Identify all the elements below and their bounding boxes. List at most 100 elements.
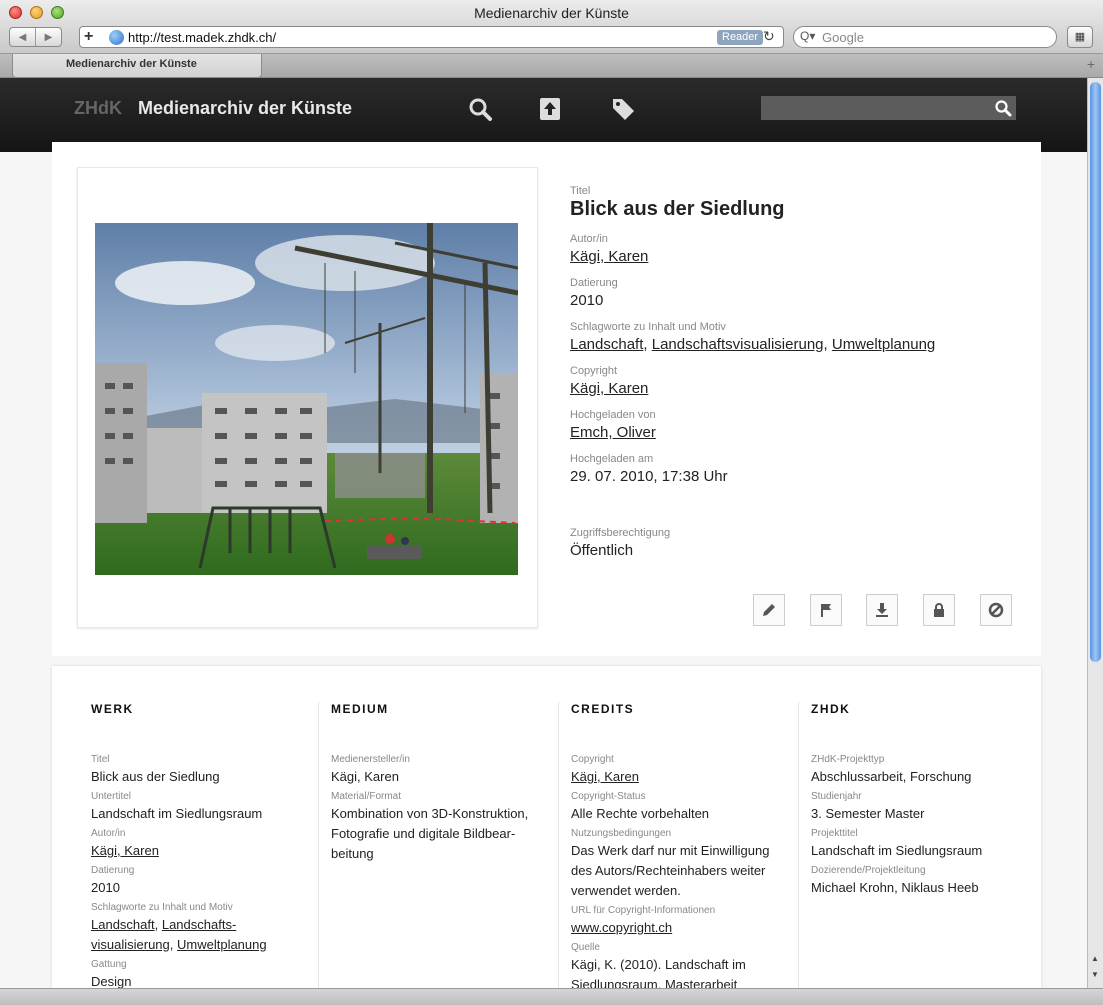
zhdk-projekt: Landschaft im Siedlungsraum [811, 843, 983, 858]
metadata-details-card: WERK Titel Blick aus der Siedlung Untert… [52, 666, 1041, 988]
credits-column: CREDITS Copyright Kägi, Karen Copyright-… [558, 702, 793, 988]
address-bar[interactable]: + http://test.madek.zhdk.ch/ Reader ↻ [79, 26, 784, 48]
keywords-label: Schlagworte zu Inhalt und Motiv [570, 321, 726, 333]
browser-search-field[interactable]: Q▾ Google [793, 26, 1057, 48]
image-frame [77, 167, 538, 628]
site-search-input[interactable] [761, 96, 1016, 120]
tab-label: Medienarchiv der Künste [66, 58, 197, 70]
credits-url-link[interactable]: www.copyright.ch [571, 920, 672, 935]
tab-medienarchiv[interactable]: Medienarchiv der Künste [12, 54, 262, 78]
zhdk-column: ZHDK ZHdK-Projekttyp Abschlussarbeit, Fo… [798, 702, 1028, 988]
status-bar [0, 988, 1103, 1005]
werk-column: WERK Titel Blick aus der Siedlung Untert… [91, 702, 331, 988]
werk-gattung: Design [91, 974, 132, 988]
zhdk-projekt-label: Projekttitel [811, 828, 858, 839]
flag-icon [821, 604, 831, 617]
vertical-scrollbar[interactable]: ▲ ▼ [1087, 78, 1103, 988]
werk-autor-label: Autor/in [91, 828, 126, 839]
credits-status: Alle Rechte vorbehalten [571, 806, 710, 821]
back-button[interactable]: ◀ [10, 28, 36, 46]
upload-icon[interactable] [537, 96, 563, 122]
reader-button[interactable]: Reader [717, 30, 764, 45]
werk-gattung-label: Gattung [91, 959, 127, 970]
keyword-link[interactable]: Landschaft [570, 336, 643, 353]
site-header: ZHdK Medienarchiv der Künste [0, 78, 1087, 152]
keyword-link[interactable]: Landschafts- [162, 917, 236, 932]
credits-nutzung: Das Werk darf nur mit Einwilligung des A… [571, 843, 770, 898]
medium-format-label: Material/Format [331, 791, 402, 802]
search-icon[interactable] [467, 96, 493, 122]
lock-icon [934, 603, 944, 617]
werk-datierung: 2010 [91, 880, 120, 895]
entry-metadata: Titel Blick aus der Siedlung Autor/in Kä… [570, 185, 1020, 571]
keyword-link[interactable]: Landschaft [91, 917, 155, 932]
entry-title: Blick aus der Siedlung [570, 198, 785, 220]
zhdk-jahr: 3. Semester Master [811, 806, 925, 821]
zhdk-jahr-label: Studienjahr [811, 791, 862, 802]
author-label: Autor/in [570, 233, 608, 245]
keyword-link[interactable]: Umweltplanung [177, 937, 267, 952]
bookmarks-grid-button[interactable]: ▦ [1067, 26, 1093, 48]
credits-quelle: Kägi, K. (2010). Landschaft im Siedlungs… [571, 957, 746, 988]
window-titlebar: Medienarchiv der Künste ◀ ▶ + http://tes… [0, 0, 1103, 54]
werk-schlagworte: Landschaft, Landschafts-visualisierung, … [91, 917, 267, 952]
werk-untertitel: Landschaft im Siedlungsraum [91, 806, 263, 821]
url-text[interactable]: http://test.madek.zhdk.ch/ [128, 30, 276, 45]
uploaded-by-link[interactable]: Emch, Oliver [570, 424, 656, 441]
medium-column: MEDIUM Medienersteller/in Kägi, Karen Ma… [318, 702, 553, 988]
site-name[interactable]: Medienarchiv der Künste [138, 98, 352, 119]
medium-format: Kombination von 3D-Konstruktion, Fotogra… [331, 806, 529, 861]
new-tab-button[interactable]: + [1087, 56, 1095, 72]
globe-icon [109, 30, 124, 45]
forward-button[interactable]: ▶ [36, 28, 61, 46]
uploaded-at-value: 29. 07. 2010, 17:38 Uhr [570, 468, 728, 485]
permissions-button[interactable] [923, 594, 955, 626]
tab-bar: Medienarchiv der Künste + [0, 54, 1103, 78]
scrollbar-thumb[interactable] [1090, 82, 1101, 662]
keyword-separator: , [823, 336, 832, 353]
zhdk-dozierende: Michael Krohn, Niklaus Heeb [811, 880, 979, 895]
werk-titel: Blick aus der Siedlung [91, 769, 220, 784]
edit-button[interactable] [753, 594, 785, 626]
access-value: Öffentlich [570, 542, 634, 559]
delete-button[interactable] [980, 594, 1012, 626]
werk-datierung-label: Datierung [91, 865, 135, 876]
credits-copyright-link[interactable]: Kägi, Karen [571, 769, 639, 784]
media-image[interactable] [95, 223, 518, 575]
keyword-link[interactable]: visualisierung [91, 937, 170, 952]
flag-button[interactable] [810, 594, 842, 626]
werk-heading: WERK [91, 702, 134, 716]
author-link[interactable]: Kägi, Karen [570, 248, 648, 265]
access-label: Zugriffsberechtigung [570, 527, 671, 539]
page-viewport: ZHdK Medienarchiv der Künste Titel Blick… [0, 78, 1087, 988]
block-icon [988, 602, 1004, 618]
date-label: Datierung [570, 277, 618, 289]
zhdk-logo[interactable]: ZHdK [74, 98, 122, 119]
back-forward-buttons: ◀ ▶ [9, 27, 62, 47]
werk-autor-link[interactable]: Kägi, Karen [91, 843, 159, 858]
credits-nutzung-label: Nutzungsbedingungen [571, 828, 672, 839]
reload-icon[interactable]: ↻ [763, 28, 775, 45]
medium-ersteller: Kägi, Karen [331, 769, 399, 784]
uploaded-by-label: Hochgeladen von [570, 409, 656, 421]
werk-schlagworte-label: Schlagworte zu Inhalt und Motiv [91, 902, 233, 913]
scroll-down-arrow[interactable]: ▼ [1091, 970, 1099, 979]
zhdk-typ-label: ZHdK-Projekttyp [811, 754, 885, 765]
tag-icon[interactable] [610, 96, 636, 122]
download-button[interactable] [866, 594, 898, 626]
date-value: 2010 [570, 292, 604, 309]
copyright-label: Copyright [570, 365, 618, 377]
edit-icon [763, 604, 775, 616]
credits-copyright-label: Copyright [571, 754, 614, 765]
keywords-list: Landschaft, Landschaftsvisualisierung, U… [570, 336, 1020, 353]
keyword-link[interactable]: Umweltplanung [832, 336, 935, 353]
add-bookmark-icon[interactable]: + [84, 28, 93, 46]
werk-untertitel-label: Untertitel [91, 791, 132, 802]
keyword-link[interactable]: Landschaftsvisualisierung [652, 336, 824, 353]
search-icon[interactable] [994, 99, 1012, 117]
scroll-up-arrow[interactable]: ▲ [1091, 954, 1099, 963]
medium-ersteller-label: Medienersteller/in [331, 754, 410, 765]
zhdk-typ: Abschlussarbeit, Forschung [811, 769, 972, 784]
copyright-link[interactable]: Kägi, Karen [570, 380, 648, 397]
keyword-separator: , [643, 336, 652, 353]
